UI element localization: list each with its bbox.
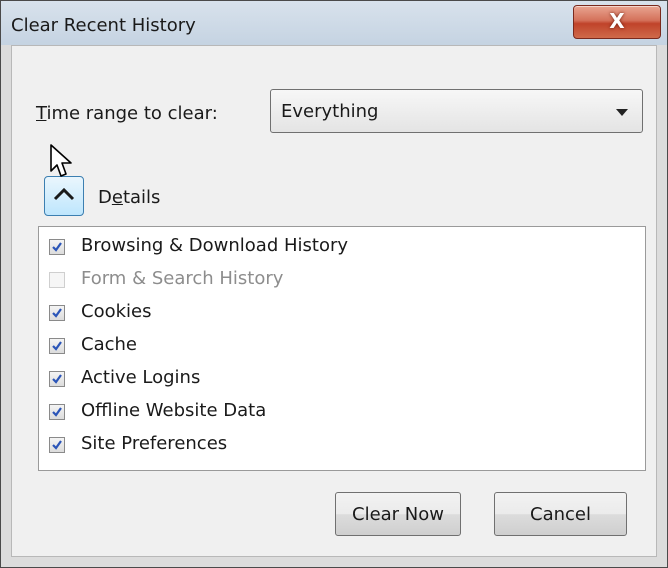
details-label[interactable]: Details [98, 187, 160, 208]
checkmark-icon [52, 440, 62, 450]
checkbox[interactable] [49, 371, 65, 387]
list-item[interactable]: Site Preferences [49, 430, 629, 460]
chevron-down-icon [616, 109, 628, 116]
window-title: Clear Recent History [11, 15, 196, 36]
checkbox[interactable] [49, 338, 65, 354]
checkmark-icon [52, 242, 62, 252]
item-label: Site Preferences [81, 433, 228, 454]
item-label: Cache [81, 334, 137, 355]
cancel-button[interactable]: Cancel [494, 492, 627, 536]
time-range-select[interactable]: Everything [270, 89, 643, 133]
clear-history-dialog: Clear Recent History X Time range to cle… [0, 0, 668, 568]
title-bar: Clear Recent History X [1, 1, 667, 45]
item-label: Browsing & Download History [81, 235, 349, 256]
checkbox[interactable] [49, 404, 65, 420]
list-item[interactable]: Cache [49, 331, 629, 361]
checkbox[interactable] [49, 239, 65, 255]
checkbox [49, 272, 65, 288]
item-label: Cookies [81, 301, 152, 322]
item-label: Offline Website Data [81, 400, 267, 421]
details-toggle-button[interactable] [44, 176, 84, 216]
item-label: Active Logins [81, 367, 201, 388]
list-item[interactable]: Offline Website Data [49, 397, 629, 427]
close-button[interactable]: X [573, 5, 661, 39]
checkbox[interactable] [49, 305, 65, 321]
chevron-up-icon [53, 187, 75, 201]
list-item[interactable]: Cookies [49, 298, 629, 328]
mouse-cursor-icon [50, 144, 72, 177]
close-icon: X [609, 9, 625, 33]
list-item[interactable]: Browsing & Download History [49, 232, 629, 262]
checkmark-icon [52, 341, 62, 351]
history-items-list: Browsing & Download History Form & Searc… [38, 226, 646, 471]
checkmark-icon [52, 308, 62, 318]
checkmark-icon [52, 374, 62, 384]
checkbox[interactable] [49, 437, 65, 453]
list-item: Form & Search History [49, 265, 629, 295]
item-label: Form & Search History [81, 268, 284, 289]
time-range-label: Time range to clear: [36, 103, 218, 124]
clear-now-button[interactable]: Clear Now [335, 492, 461, 536]
time-range-value: Everything [281, 101, 379, 122]
list-item[interactable]: Active Logins [49, 364, 629, 394]
checkmark-icon [52, 407, 62, 417]
dialog-body: Time range to clear: Everything Details … [11, 45, 657, 557]
